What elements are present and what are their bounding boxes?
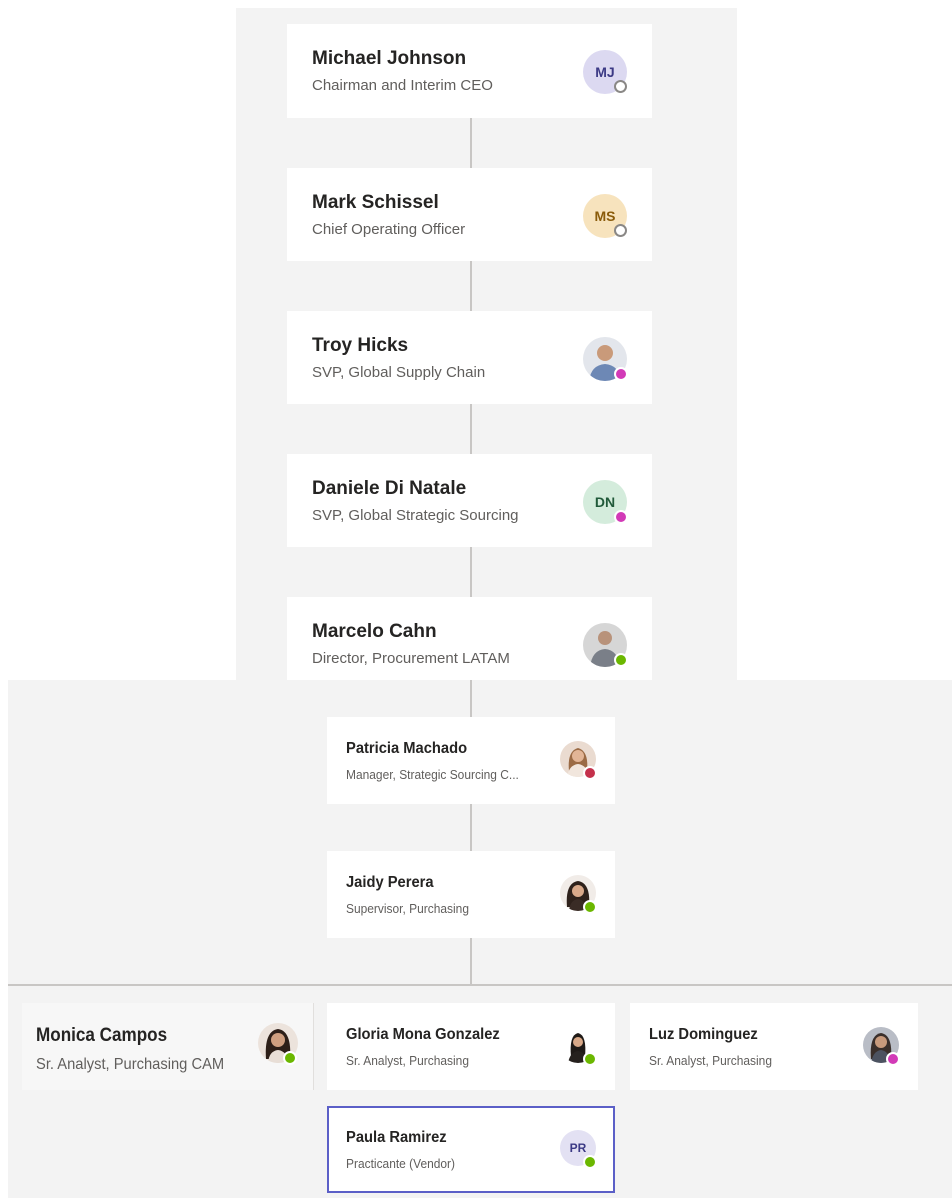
person-title: SVP, Global Supply Chain xyxy=(312,364,486,381)
person-card-paula-ramirez[interactable]: Paula Ramirez Practicante (Vendor) PR xyxy=(327,1106,615,1193)
connector-line xyxy=(470,404,472,454)
person-card-patricia-machado[interactable]: Patricia Machado Manager, Strategic Sour… xyxy=(327,717,615,804)
person-title: Manager, Strategic Sourcing C... xyxy=(346,767,519,782)
person-title: Chairman and Interim CEO xyxy=(312,77,493,94)
person-name: Mark Schissel xyxy=(312,192,439,213)
avatar-initials: PR xyxy=(569,1141,587,1155)
person-name: Marcelo Cahn xyxy=(312,621,437,642)
connector-line xyxy=(8,984,952,986)
person-card-michael-johnson[interactable]: Michael Johnson Chairman and Interim CEO… xyxy=(287,24,652,118)
presence-busy-icon xyxy=(583,766,597,780)
person-title: Sr. Analyst, Purchasing xyxy=(346,1053,469,1068)
presence-away-icon xyxy=(886,1052,900,1066)
presence-offline-icon xyxy=(614,224,627,237)
person-name: Paula Ramirez xyxy=(346,1129,447,1146)
connector-line xyxy=(470,804,472,851)
person-name: Michael Johnson xyxy=(312,48,467,69)
avatar-initials: MS xyxy=(594,208,616,224)
person-name: Jaidy Perera xyxy=(346,874,434,891)
person-title: Sr. Analyst, Purchasing xyxy=(649,1053,772,1068)
person-card-mark-schissel[interactable]: Mark Schissel Chief Operating Officer MS xyxy=(287,168,652,261)
person-title: Director, Procurement LATAM xyxy=(312,650,510,667)
presence-available-icon xyxy=(583,1155,597,1169)
presence-available-icon xyxy=(614,653,628,667)
presence-away-icon xyxy=(614,510,628,524)
person-name: Patricia Machado xyxy=(346,740,468,757)
connector-line xyxy=(470,118,472,168)
person-title: SVP, Global Strategic Sourcing xyxy=(312,507,519,524)
presence-available-icon xyxy=(283,1051,297,1065)
connector-line xyxy=(470,261,472,311)
presence-offline-icon xyxy=(614,80,627,93)
person-name: Daniele Di Natale xyxy=(312,478,467,499)
person-title: Chief Operating Officer xyxy=(312,221,466,238)
person-card-marcelo-cahn[interactable]: Marcelo Cahn Director, Procurement LATAM xyxy=(287,597,652,680)
avatar-initials: MJ xyxy=(595,64,615,80)
person-card-gloria-mona-gonzalez[interactable]: Gloria Mona Gonzalez Sr. Analyst, Purcha… xyxy=(327,1003,615,1090)
person-card-daniele-di-natale[interactable]: Daniele Di Natale SVP, Global Strategic … xyxy=(287,454,652,547)
connector-line xyxy=(470,938,472,985)
person-name: Monica Campos xyxy=(36,1025,168,1046)
person-title: Practicante (Vendor) xyxy=(346,1156,456,1171)
person-card-troy-hicks[interactable]: Troy Hicks SVP, Global Supply Chain xyxy=(287,311,652,404)
person-name: Luz Dominguez xyxy=(649,1026,758,1043)
person-card-jaidy-perera[interactable]: Jaidy Perera Supervisor, Purchasing xyxy=(327,851,615,938)
presence-away-icon xyxy=(614,367,628,381)
person-card-monica-campos[interactable]: Monica Campos Sr. Analyst, Purchasing CA… xyxy=(22,1003,314,1090)
avatar-initials: DN xyxy=(594,494,616,510)
presence-available-icon xyxy=(583,1052,597,1066)
person-title: Sr. Analyst, Purchasing CAM xyxy=(36,1056,225,1073)
person-title: Supervisor, Purchasing xyxy=(346,901,469,916)
person-name: Gloria Mona Gonzalez xyxy=(346,1026,500,1043)
connector-line xyxy=(470,680,472,717)
connector-line xyxy=(470,547,472,597)
person-name: Troy Hicks xyxy=(312,335,409,356)
person-card-luz-dominguez[interactable]: Luz Dominguez Sr. Analyst, Purchasing xyxy=(630,1003,918,1090)
presence-available-icon xyxy=(583,900,597,914)
